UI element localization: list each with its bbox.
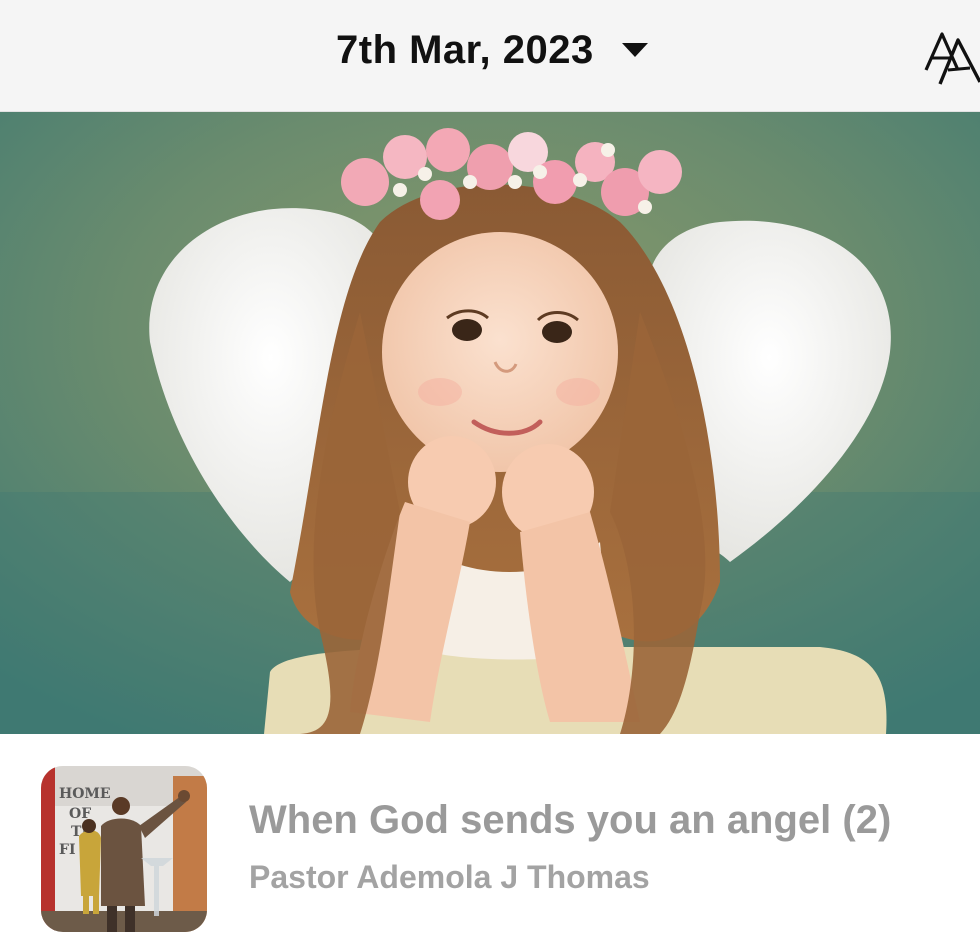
devotional-card[interactable]: HOME OF TH FI When God sends you an ange… [0,734,980,952]
date-label: 7th Mar, 2023 [336,27,594,72]
triangle-down-icon [621,43,648,57]
angel-girl-photo [0,112,980,734]
devotional-title[interactable]: When God sends you an angel (2) [249,798,891,843]
font-size-button[interactable] [918,24,980,90]
svg-text:FI: FI [59,842,76,858]
text-size-icon [924,32,980,85]
devotional-thumbnail[interactable]: HOME OF TH FI [41,766,207,932]
date-selector[interactable]: 7th Mar, 2023 [336,22,648,78]
devotional-author: Pastor Ademola J Thomas [249,859,650,895]
sign-text: HOME [59,786,111,802]
pastor-photo: HOME OF TH FI [41,766,207,932]
hero-image [0,112,980,734]
top-bar: 7th Mar, 2023 [0,0,980,112]
